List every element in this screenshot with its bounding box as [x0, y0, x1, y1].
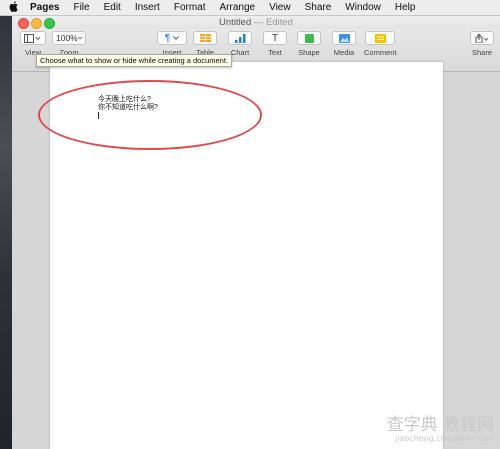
menu-edit[interactable]: Edit	[97, 2, 128, 13]
app-menu-pages[interactable]: Pages	[26, 2, 66, 13]
watermark-main: 查字典 教程网	[386, 415, 494, 435]
insert-button[interactable]: ¶	[157, 31, 187, 45]
chevron-down-icon	[173, 36, 180, 40]
text-button[interactable]: T	[263, 31, 287, 45]
comment-label: Comment	[364, 48, 397, 57]
watermark: 查字典 教程网 jiaocheng.chazidian.com	[387, 416, 494, 443]
chart-button[interactable]	[228, 31, 252, 45]
comment-tool[interactable]: Comment	[364, 31, 397, 57]
red-annotation-ellipse	[38, 80, 262, 150]
shape-label: Shape	[298, 48, 320, 57]
media-tool[interactable]: Media	[332, 31, 356, 57]
media-label: Media	[333, 48, 355, 57]
watermark-url: jiaocheng.chazidian.com	[394, 434, 494, 443]
paragraph-icon: ¶	[164, 32, 171, 44]
chart-label: Chart	[230, 48, 250, 57]
menu-share[interactable]: Share	[298, 2, 339, 13]
title-separator: —	[253, 17, 264, 28]
shape-tool[interactable]: Shape	[297, 31, 321, 57]
share-label: Share	[471, 48, 492, 57]
comment-button[interactable]	[365, 31, 396, 45]
table-button[interactable]	[193, 31, 217, 45]
zoom-value: 100%	[56, 33, 78, 43]
share-button[interactable]	[470, 31, 494, 45]
photo-icon	[338, 33, 350, 43]
text-label: Text	[268, 48, 282, 57]
zoom-select[interactable]: 100%	[52, 31, 86, 45]
share-icon	[475, 33, 489, 43]
menu-insert[interactable]: Insert	[128, 2, 167, 13]
view-tooltip: Choose what to show or hide while creati…	[36, 54, 233, 67]
apple-menu-icon[interactable]	[0, 0, 26, 15]
desktop-background	[0, 16, 12, 449]
shape-button[interactable]	[297, 31, 321, 45]
view-button[interactable]	[20, 31, 46, 45]
text-tool[interactable]: T Text	[263, 31, 287, 57]
table-icon	[199, 34, 211, 42]
chevron-down-icon	[77, 36, 82, 40]
share-tool[interactable]: Share	[470, 31, 494, 57]
comment-icon	[374, 33, 386, 43]
media-button[interactable]	[332, 31, 356, 45]
shape-icon	[304, 33, 314, 43]
menu-file[interactable]: File	[66, 2, 96, 13]
title-bar: Untitled — Edited	[12, 16, 500, 29]
text-icon: T	[271, 32, 279, 44]
bar-chart-icon	[234, 33, 245, 43]
menu-window[interactable]: Window	[338, 2, 388, 13]
menu-help[interactable]: Help	[388, 2, 423, 13]
menu-format[interactable]: Format	[167, 2, 213, 13]
edited-status: Edited	[266, 17, 293, 28]
menu-view[interactable]: View	[262, 2, 298, 13]
sidebar-icon	[24, 33, 41, 43]
document-title: Untitled — Edited	[12, 17, 500, 28]
document-name: Untitled	[219, 17, 252, 28]
menu-bar: Pages File Edit Insert Format Arrange Vi…	[0, 0, 500, 16]
menu-arrange[interactable]: Arrange	[213, 2, 263, 13]
